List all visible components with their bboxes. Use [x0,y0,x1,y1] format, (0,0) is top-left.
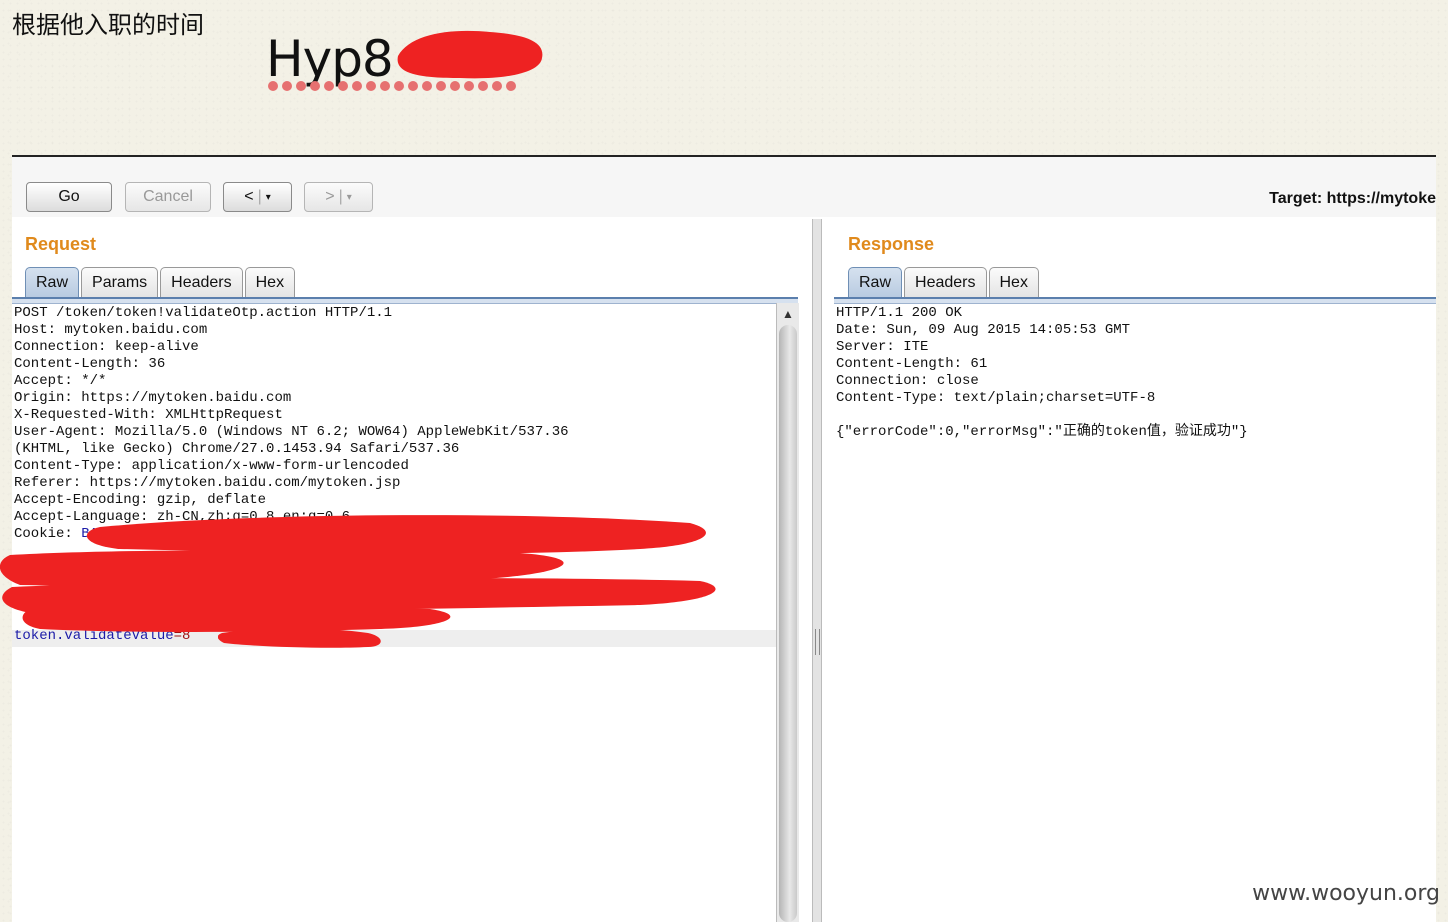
request-line: Accept: */* [14,373,107,389]
response-line: Server: ITE [836,339,929,355]
cookie-label: Cookie: [14,526,82,542]
cookie-value: =BBZEC0F0F [140,526,225,542]
note-text: 根据他入职的时间 [12,11,204,39]
scroll-up-arrow-icon[interactable]: ▲ [782,307,794,321]
request-editor[interactable]: POST /token/token!validateOtp.action HTT… [12,157,776,922]
captcha-image: Hyp8 [262,26,562,106]
cookie-value: =143 [375,526,409,542]
request-line: Accept-Language: zh-CN,zh;q=0.8,en;q=0.6 [14,509,351,525]
response-raw-text: HTTP/1.1 200 OK Date: Sun, 09 Aug 2015 1… [836,305,1248,441]
watermark: www.wooyun.org [1252,881,1440,906]
request-raw-text: POST /token/token!validateOtp.action HTT… [14,305,594,645]
cookie-value: _10313_ ...1235... ...37_16720_10... [14,594,317,610]
request-line: Accept-Encoding: gzip, deflate [14,492,267,508]
split-pane-divider[interactable] [812,219,822,922]
response-line: Connection: close [836,373,979,389]
request-line: User-Agent: Mozilla/5.0 (Windows NT 6.2;… [14,424,569,440]
response-editor[interactable]: HTTP/1.1 200 OK Date: Sun, 09 Aug 2015 1… [834,157,1436,922]
request-line: Content-Type: application/x-www-form-url… [14,458,409,474]
captcha-text: Hyp8 [266,30,394,88]
response-line: Date: Sun, 09 Aug 2015 14:05:53 GMT [836,322,1131,338]
body-param-value: =8 [173,628,191,644]
response-line: HTTP/1.1 200 OK [836,305,963,321]
captcha-redaction [397,30,543,79]
divider-grip-icon [815,629,820,655]
request-line: Referer: https://mytoken.baidu.com/mytok… [14,475,401,491]
cookie-value: _164 [14,577,594,593]
request-line: (KHTML, like Gecko) Chrome/27.0.1453.94 … [14,441,460,457]
response-body: {"errorCode":0,"errorMsg":"正确的token值，验证成… [836,424,1248,440]
captcha-dots [268,81,516,91]
body-param-name: token.validateValue [14,628,174,644]
response-line: Content-Type: text/plain;charset=UTF-8 [836,390,1156,406]
cookie-value: ...A735BEF0E...6EC52F992... ; [14,560,409,576]
cookie-value: ...680; [408,526,468,542]
request-scrollbar[interactable]: ▲ [776,303,799,922]
request-line: POST /token/token!validateOtp.action HTT… [14,305,393,321]
request-line: Content-Length: 36 [14,356,166,372]
scroll-thumb[interactable] [779,325,797,922]
request-line: Origin: https://mytoken.baidu.com [14,390,292,406]
burp-repeater-window: Go Cancel < | ▾ > | ▾ Target: https://mytoke… [0,155,1436,922]
cookie-name: BAIDUID [81,526,141,542]
request-line: Connection: keep-alive [14,339,199,355]
cookie-value: ...DFF4:FG=1; [224,526,342,542]
response-line: Content-Length: 61 [836,356,988,372]
cookie-name: PSTM [341,526,376,542]
request-line: Host: mytoken.baidu.com [14,322,208,338]
request-line: X-Requested-With: XMLHttpRequest [14,407,283,423]
